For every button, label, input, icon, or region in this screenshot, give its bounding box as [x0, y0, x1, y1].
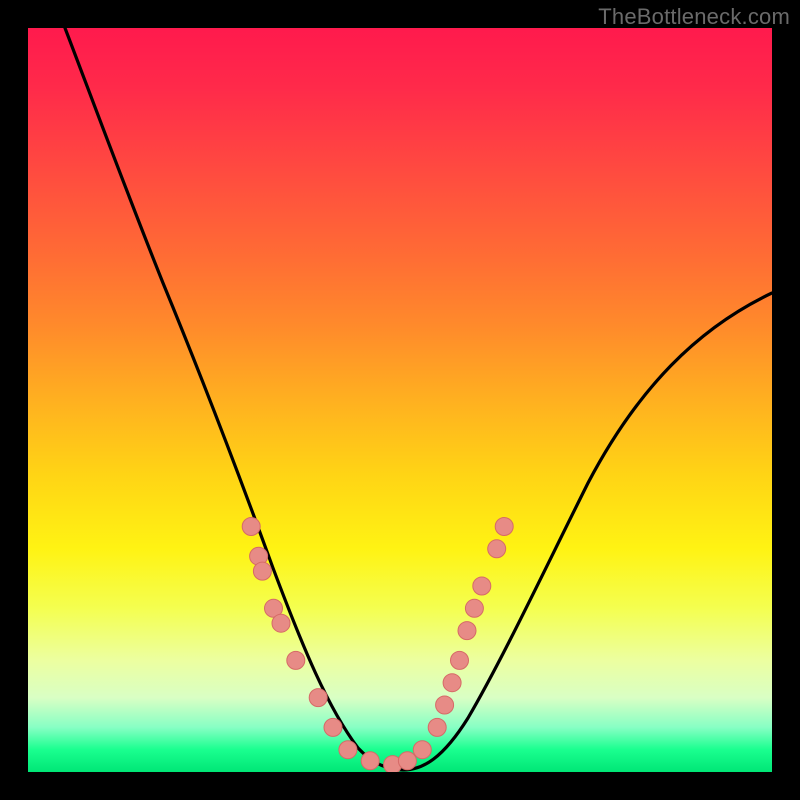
data-marker — [339, 741, 357, 759]
data-marker — [242, 518, 260, 536]
data-marker — [413, 741, 431, 759]
data-marker — [428, 718, 446, 736]
data-marker — [458, 622, 476, 640]
data-marker — [465, 599, 483, 617]
data-marker — [398, 752, 416, 770]
curve-layer — [65, 28, 772, 770]
data-marker — [488, 540, 506, 558]
data-marker — [287, 651, 305, 669]
chart-svg — [28, 28, 772, 772]
data-marker — [309, 689, 327, 707]
data-marker — [436, 696, 454, 714]
data-marker — [473, 577, 491, 595]
data-marker — [495, 518, 513, 536]
bottleneck-curve — [65, 28, 772, 770]
plot-area — [28, 28, 772, 772]
data-marker — [272, 614, 290, 632]
data-marker — [253, 562, 271, 580]
data-marker — [443, 674, 461, 692]
chart-frame: TheBottleneck.com — [0, 0, 800, 800]
data-marker — [361, 752, 379, 770]
watermark-text: TheBottleneck.com — [598, 4, 790, 30]
marker-layer — [242, 518, 513, 773]
data-marker — [451, 651, 469, 669]
data-marker — [324, 718, 342, 736]
